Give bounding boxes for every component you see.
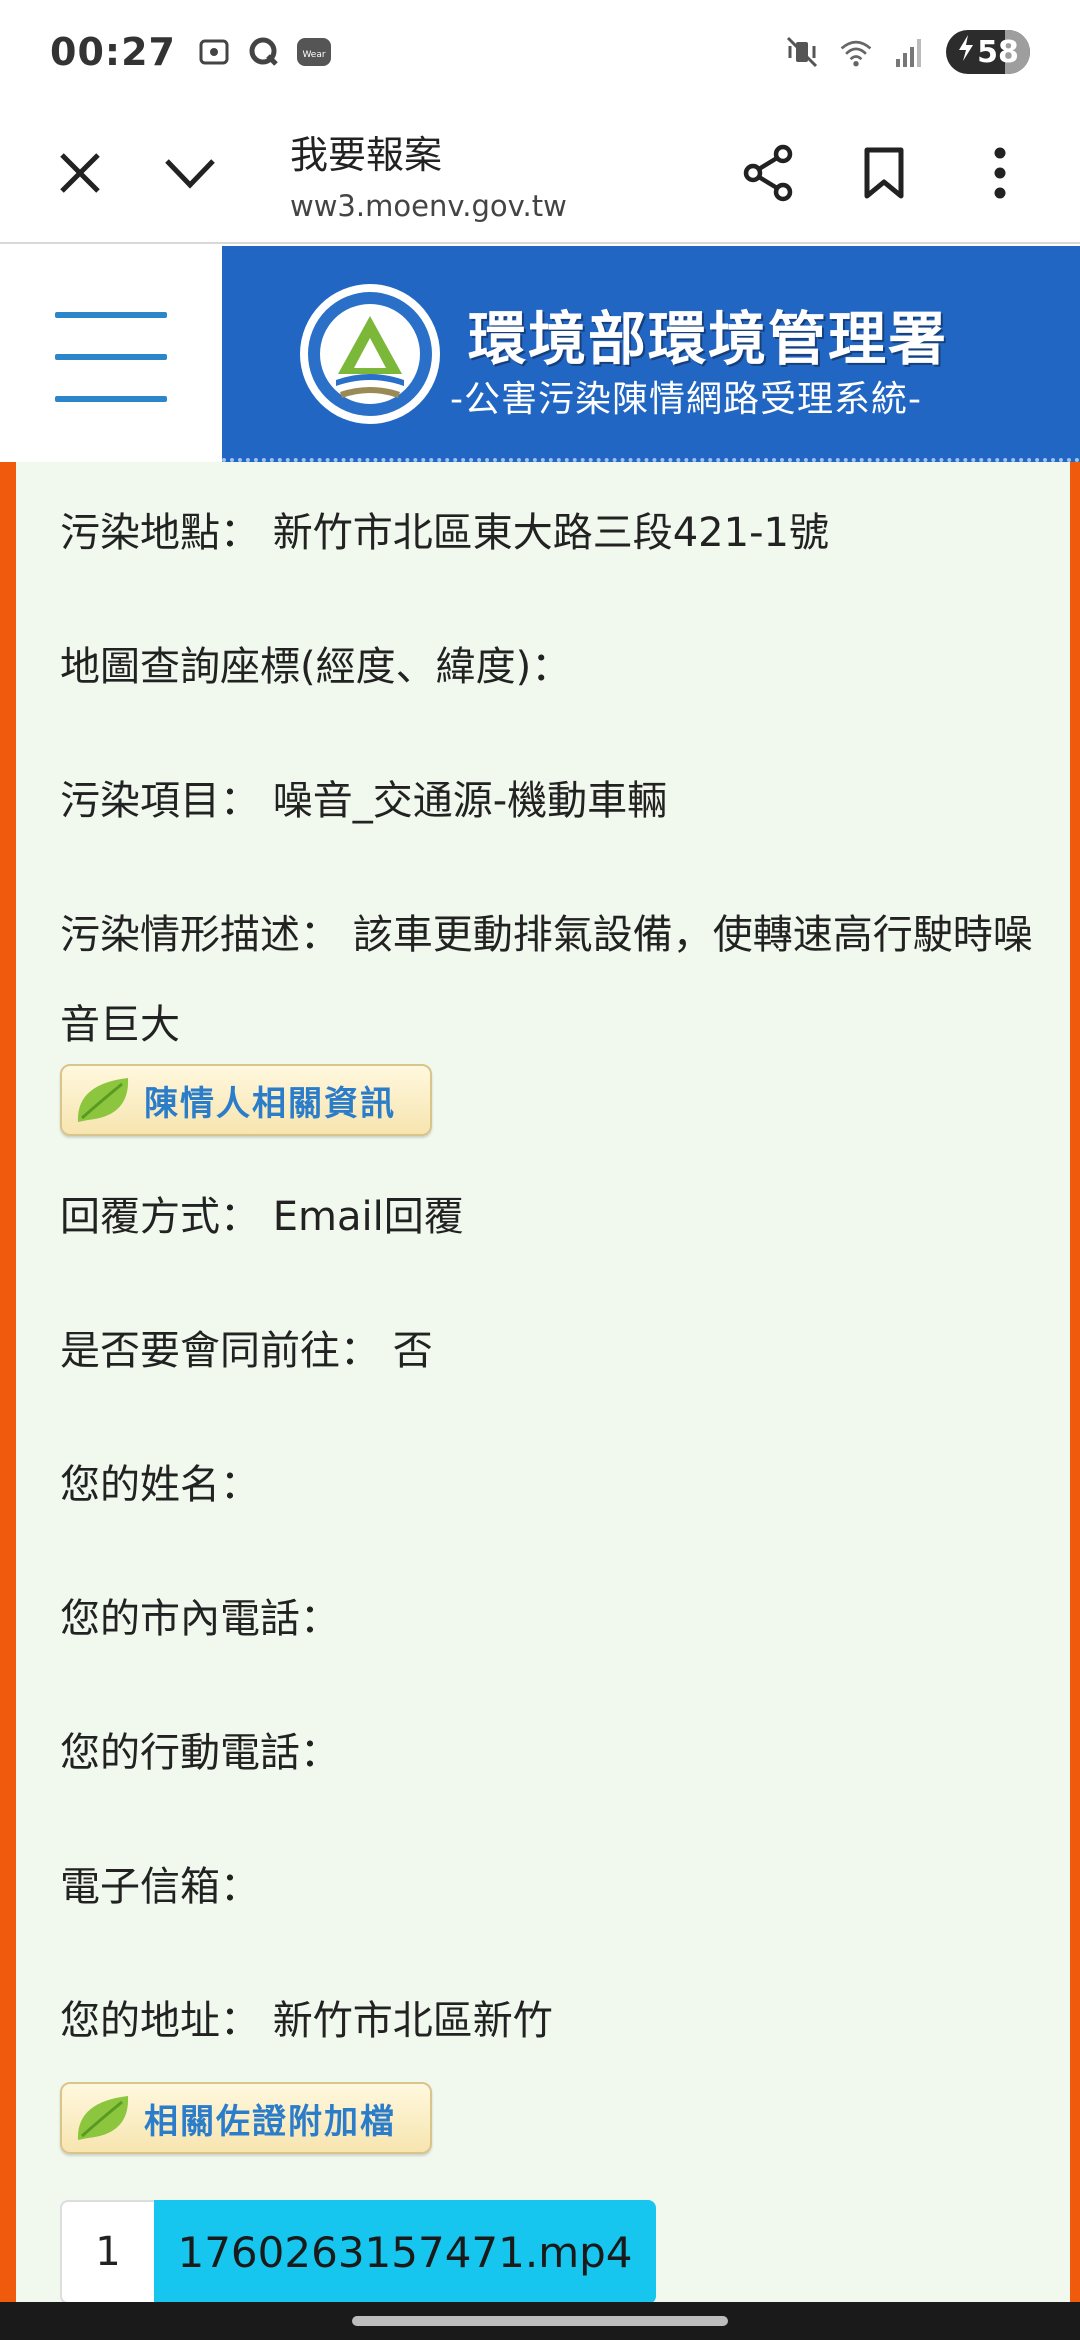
battery-level: 58 (977, 34, 1019, 70)
menu-icon (55, 312, 167, 318)
toolbar-actions (728, 133, 1040, 213)
evidence-attachment-button[interactable]: 相關佐證附加檔 (60, 2082, 432, 2154)
field-label: 您的姓名： (60, 1462, 260, 1508)
agency-logo-icon (300, 284, 440, 424)
field-value: 新竹市北區東大路三段421-1號 (272, 510, 829, 556)
field-coordinates: 地圖查詢座標(經度、緯度)： (60, 622, 1040, 712)
field-value: 新竹市北區新竹 (272, 1998, 553, 2044)
leaf-icon (77, 1078, 129, 1122)
field-label: 回覆方式： (60, 1194, 260, 1240)
chevron-down-icon (165, 159, 215, 189)
evidence-attachment-label: 相關佐證附加檔 (144, 2101, 396, 2142)
field-label: 污染項目： (60, 778, 260, 824)
system-nav-bar (0, 2302, 1080, 2340)
status-left-icons: Wear (196, 34, 332, 70)
share-button[interactable] (728, 133, 808, 213)
field-email: 電子信箱： (60, 1842, 1040, 1932)
bookmark-icon (864, 147, 904, 199)
leaf-icon (77, 2096, 129, 2140)
petitioner-info-label: 陳情人相關資訊 (144, 1083, 396, 1124)
site-title: 環境部環境管理署 (468, 305, 949, 373)
report-details: 污染地點： 新竹市北區東大路三段421-1號 地圖查詢座標(經度、緯度)： 污染… (0, 462, 1080, 2302)
page-title-block[interactable]: 我要報案 ww3.moenv.gov.tw (290, 124, 567, 223)
home-gesture-handle[interactable] (352, 2316, 728, 2326)
field-label: 您的地址： (60, 1998, 260, 2044)
field-name: 您的姓名： (60, 1440, 1040, 1530)
bookmark-button[interactable] (844, 133, 924, 213)
field-address: 您的地址： 新竹市北區新竹 (60, 1976, 1040, 2066)
field-value: 噪音_交通源-機動車輛 (272, 778, 668, 824)
browser-toolbar: 我要報案 ww3.moenv.gov.tw (0, 104, 1080, 244)
field-label: 地圖查詢座標(經度、緯度)： (60, 644, 572, 690)
file-link[interactable]: 1760263157471.mp4 (154, 2200, 656, 2302)
site-subtitle: -公害污染陳情網路受理系統- (450, 379, 922, 420)
field-label: 污染地點： (60, 510, 260, 556)
field-reply-method: 回覆方式： Email回覆 (60, 1172, 1040, 1262)
attachment-file-row: 1 1760263157471.mp4 (60, 2200, 656, 2302)
field-mobile: 您的行動電話： (60, 1708, 1040, 1798)
q-app-icon (246, 34, 282, 70)
field-label: 是否要會同前往： (60, 1328, 380, 1374)
status-bar: 00:27 Wear 58 (0, 0, 1080, 104)
wifi-icon (838, 34, 874, 70)
signal-icon (892, 34, 928, 70)
file-index: 1 (60, 2200, 154, 2302)
more-vert-icon (994, 147, 1006, 199)
field-label: 您的市內電話： (60, 1596, 340, 1642)
site-banner[interactable]: 環境部環境管理署 -公害污染陳情網路受理系統- (222, 246, 1080, 462)
field-value: Email回覆 (272, 1194, 464, 1240)
site-header: 環境部環境管理署 -公害污染陳情網路受理系統- (0, 246, 1080, 462)
field-value: 否 (392, 1328, 433, 1374)
close-button[interactable] (40, 133, 120, 213)
battery-indicator: 58 (946, 30, 1030, 74)
field-label: 污染情形描述： (60, 912, 340, 958)
minimize-button[interactable] (150, 133, 230, 213)
share-icon (743, 144, 793, 202)
field-accompany: 是否要會同前往： 否 (60, 1306, 1040, 1396)
field-label: 您的行動電話： (60, 1730, 340, 1776)
status-right-icons: 58 (784, 30, 1030, 74)
more-options-button[interactable] (960, 133, 1040, 213)
battery-charging-icon (957, 34, 975, 70)
wear-label: Wear (302, 50, 325, 60)
field-description: 污染情形描述： 該車更動排氣設備，使轉速高行駛時噪音巨大 (60, 890, 1040, 1070)
petitioner-info-button[interactable]: 陳情人相關資訊 (60, 1064, 432, 1136)
page-title: 我要報案 (290, 132, 443, 177)
close-icon (60, 153, 100, 193)
field-pollution-item: 污染項目： 噪音_交通源-機動車輛 (60, 756, 1040, 846)
status-time: 00:27 (50, 30, 176, 74)
field-landline: 您的市內電話： (60, 1574, 1040, 1664)
screenshot-icon (196, 34, 232, 70)
mute-vibrate-icon (784, 34, 820, 70)
hamburger-menu-button[interactable] (55, 312, 167, 402)
field-label: 電子信箱： (60, 1864, 260, 1910)
field-location: 污染地點： 新竹市北區東大路三段421-1號 (60, 488, 1040, 578)
wear-icon: Wear (296, 34, 332, 70)
page-url: ww3.moenv.gov.tw (290, 188, 567, 223)
